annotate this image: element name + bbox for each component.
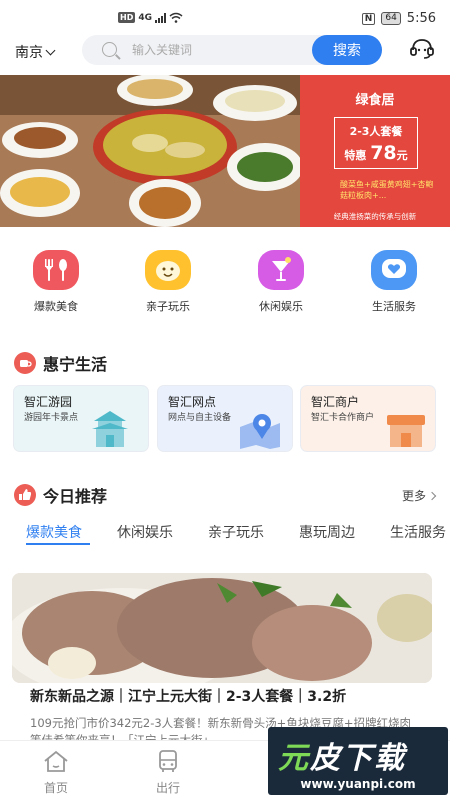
smiley-face-icon [145, 250, 191, 290]
watermark-white: 皮下载 [310, 741, 406, 776]
card-park[interactable]: 智汇游园 游园年卡景点 [13, 385, 149, 452]
search-bar: 搜索 [82, 35, 382, 65]
search-button[interactable]: 搜索 [312, 35, 382, 65]
price-value: 78 [370, 142, 397, 164]
category-row: 爆款美食 亲子玩乐 休闲娱乐 生活服务 [0, 250, 450, 316]
bus-icon [159, 750, 177, 772]
watermark-url: www.yuanpi.com [300, 777, 416, 791]
chevron-right-icon [427, 491, 437, 500]
watermark-green: 元 [278, 741, 310, 776]
deal-box: 2-3人套餐 特惠 78元 [334, 117, 418, 169]
clock: 5:56 [406, 11, 436, 26]
nav-label: 首页 [43, 781, 68, 795]
heart-chat-icon [371, 250, 417, 290]
nav-travel[interactable]: 出行 [138, 749, 198, 796]
section-recommend: 今日推荐 [14, 483, 107, 507]
dish-list: 酸菜鱼+咸蛋黄鸡翅+杏鲍菇粒板肉+... [340, 180, 434, 200]
category-label: 爆款美食 [34, 300, 78, 313]
card-title: 智汇网点 [168, 395, 217, 409]
restaurant-name: 绿食居 [355, 93, 395, 108]
tab-leisure[interactable]: 休闲娱乐 [117, 522, 173, 542]
watermark-logo: 元皮下载 [278, 733, 406, 777]
site-watermark: 元皮下载 www.yuanpi.com [268, 727, 448, 795]
nav-home[interactable]: 首页 [26, 749, 86, 796]
status-bar: HD 4G N 64 5:56 [0, 0, 450, 32]
food-photo [12, 573, 432, 683]
shop-icon [387, 415, 425, 447]
search-header: 南京 搜索 [0, 32, 450, 72]
pagoda-icon [92, 411, 128, 447]
article-title[interactable]: 新东新品之源｜江宁上元大街｜2-3人套餐｜3.2折 [30, 686, 346, 706]
nfc-icon: N [361, 12, 376, 25]
tab-nearby[interactable]: 惠玩周边 [299, 522, 355, 542]
map-pin-icon [240, 414, 280, 449]
card-subtitle: 网点与自主设备 [168, 413, 232, 423]
thumbs-up-icon [14, 484, 36, 506]
hd-indicator: HD [118, 12, 136, 23]
article-image[interactable] [12, 573, 432, 683]
promo-banner[interactable]: 绿食居 2-3人套餐 特惠 78元 酸菜鱼+咸蛋黄鸡翅+杏鲍菇粒板肉+... 经… [0, 75, 450, 227]
card-subtitle: 智汇卡合作商户 [311, 413, 375, 423]
category-label: 生活服务 [372, 300, 416, 313]
fork-spoon-icon [33, 250, 79, 290]
search-icon [102, 42, 117, 57]
more-link[interactable]: 更多 [401, 487, 437, 504]
city-label: 南京 [15, 45, 43, 61]
price-line: 特惠 78元 [335, 142, 417, 164]
card-subtitle: 游园年卡景点 [24, 413, 79, 423]
status-right: N 64 5:56 [361, 11, 436, 26]
cup-icon [14, 352, 36, 374]
food-photo [0, 75, 305, 227]
card-title: 智汇商户 [311, 395, 360, 409]
category-label: 休闲娱乐 [259, 300, 303, 313]
section-huining: 惠宁生活 [14, 351, 107, 375]
home-icon [44, 750, 68, 772]
section-title: 今日推荐 [43, 487, 108, 506]
wifi-icon [169, 12, 183, 23]
category-label: 亲子玩乐 [146, 300, 190, 313]
category-family[interactable]: 亲子玩乐 [128, 250, 208, 314]
category-leisure[interactable]: 休闲娱乐 [241, 250, 321, 314]
card-outlet[interactable]: 智汇网点 网点与自主设备 [157, 385, 293, 452]
card-title: 智汇游园 [24, 395, 73, 409]
cocktail-icon [258, 250, 304, 290]
price-unit: 元 [396, 149, 408, 162]
signal-icon [155, 12, 166, 23]
city-selector[interactable]: 南京 [15, 42, 56, 62]
tab-services[interactable]: 生活服务 [390, 522, 446, 542]
tab-food[interactable]: 爆款美食 [26, 522, 82, 542]
set-meal-label: 2-3人套餐 [349, 125, 403, 138]
search-input[interactable] [132, 35, 302, 65]
network-label: 4G [138, 12, 152, 23]
battery-icon: 64 [381, 12, 401, 25]
promo-panel: 绿食居 2-3人套餐 特惠 78元 酸菜鱼+咸蛋黄鸡翅+杏鲍菇粒板肉+... 经… [300, 75, 450, 227]
category-food[interactable]: 爆款美食 [16, 250, 96, 314]
banner-slogan: 经典淮扬菜的传承与创新 [333, 212, 417, 221]
card-merchant[interactable]: 智汇商户 智汇卡合作商户 [300, 385, 436, 452]
more-label: 更多 [401, 489, 426, 503]
customer-service-icon[interactable] [408, 37, 436, 61]
recommend-tabs: 爆款美食 休闲娱乐 亲子玩乐 惠玩周边 生活服务 [0, 522, 450, 550]
category-services[interactable]: 生活服务 [354, 250, 434, 314]
active-tab-indicator [26, 543, 90, 545]
special-label: 特惠 [344, 149, 367, 162]
section-title: 惠宁生活 [43, 355, 108, 374]
chevron-down-icon [45, 45, 56, 55]
nav-label: 出行 [155, 781, 180, 795]
tab-family[interactable]: 亲子玩乐 [208, 522, 264, 542]
status-left: HD 4G [118, 12, 183, 23]
